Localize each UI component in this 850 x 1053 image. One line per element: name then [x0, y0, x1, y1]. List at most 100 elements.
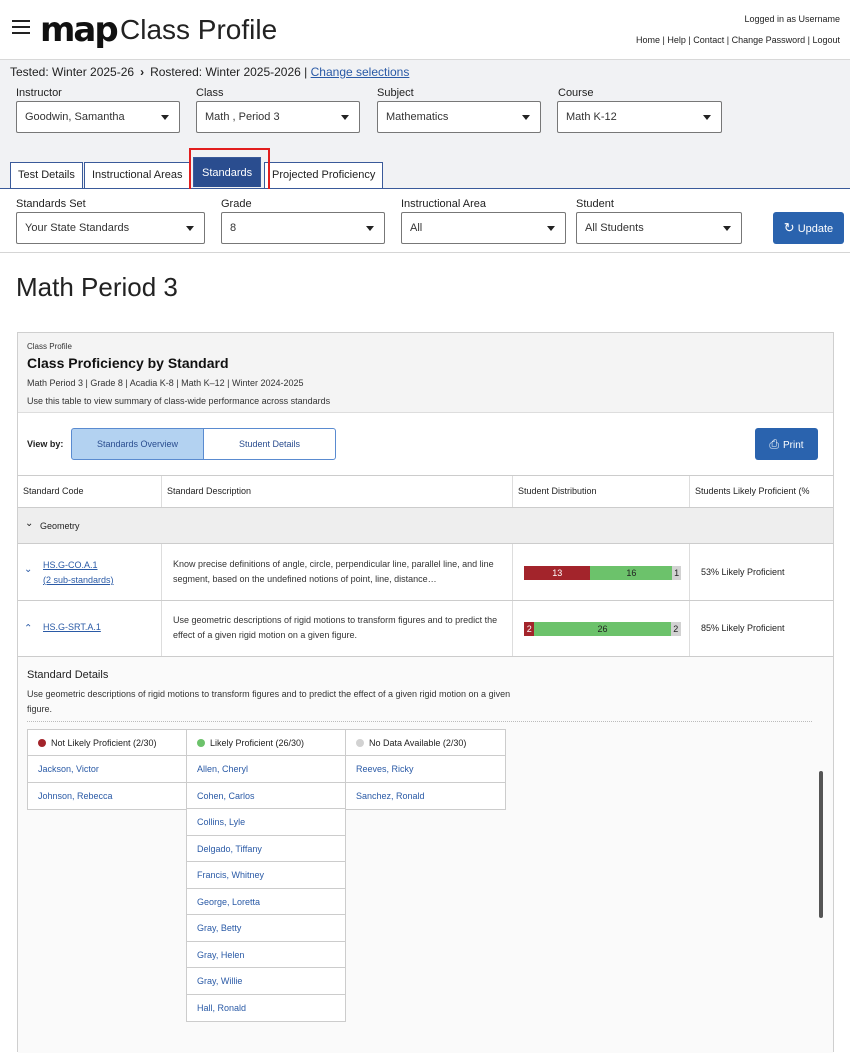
student-link[interactable]: Collins, Lyle: [187, 809, 345, 836]
view-by-label: View by:: [27, 439, 64, 449]
panel-meta: Math Period 3 | Grade 8 | Acadia K-8 | M…: [27, 378, 304, 388]
panel-supertitle: Class Profile: [27, 342, 72, 351]
likely-proficient-text: 53% Likely Proficient: [701, 567, 785, 577]
app-header: map Class Profile Logged in as Username …: [0, 0, 850, 60]
col-likely-proficient[interactable]: Students Likely Proficient (%: [690, 476, 833, 507]
no-data-head-text: No Data Available (2/30): [369, 738, 467, 748]
standards-set-select[interactable]: Your State Standards: [16, 212, 205, 244]
distribution-bar[interactable]: 2 26 2: [524, 622, 681, 636]
status-dot-icon: [38, 739, 46, 747]
map-logo[interactable]: map: [40, 10, 119, 50]
class-label: Class: [196, 87, 224, 99]
distribution-bar[interactable]: 13 16 1: [524, 566, 681, 580]
change-password-link[interactable]: Change Password: [732, 35, 806, 45]
segment-not-likely: 13: [524, 566, 591, 580]
caret-down-icon: [366, 226, 374, 231]
caret-down-icon: [723, 226, 731, 231]
standard-code-link[interactable]: HS.G-SRT.A.1: [43, 622, 101, 632]
student-link[interactable]: Johnson, Rebecca: [28, 783, 186, 810]
instructor-value: Goodwin, Samantha: [25, 111, 125, 123]
class-title: Math Period 3: [16, 272, 178, 302]
class-value: Math , Period 3: [205, 111, 280, 123]
status-dot-icon: [197, 739, 205, 747]
chevron-up-icon[interactable]: ⌄: [24, 621, 32, 632]
update-button[interactable]: ↻ Update: [773, 212, 844, 244]
course-select[interactable]: Math K-12: [557, 101, 722, 133]
student-link[interactable]: Reeves, Ricky: [346, 756, 505, 783]
segment-likely: 26: [534, 622, 671, 636]
menu-icon[interactable]: [12, 20, 30, 34]
group-geometry[interactable]: ⌄ Geometry: [18, 508, 833, 544]
col-standard-code[interactable]: Standard Code: [18, 476, 162, 507]
standard-code-link[interactable]: HS.G-CO.A.1: [43, 558, 114, 573]
page-app-title: Class Profile: [120, 14, 278, 45]
tab-instructional-areas[interactable]: Instructional Areas: [84, 162, 191, 188]
class-select[interactable]: Math , Period 3: [196, 101, 360, 133]
student-link[interactable]: Gray, Betty: [187, 915, 345, 942]
student-link[interactable]: Francis, Whitney: [187, 862, 345, 889]
term-breadcrumb: Tested: Winter 2025-26 › Rostered: Winter …: [10, 65, 410, 79]
change-selections-link[interactable]: Change selections: [311, 65, 410, 79]
grade-select[interactable]: 8: [221, 212, 385, 244]
details-title: Standard Details: [27, 669, 109, 681]
print-button[interactable]: ⎙ Print: [755, 428, 818, 460]
chevron-down-icon[interactable]: ⌄: [24, 564, 32, 575]
sub-standards-link[interactable]: (2 sub-standards): [43, 573, 114, 588]
update-label: Update: [797, 223, 834, 235]
tab-test-details[interactable]: Test Details: [10, 162, 83, 188]
print-label: Print: [783, 440, 804, 451]
student-link[interactable]: Sanchez, Ronald: [346, 783, 505, 810]
chevron-right-icon: ›: [140, 65, 145, 79]
likely-column: Likely Proficient (26/30) Allen, Cheryl …: [186, 729, 346, 1022]
instructor-select[interactable]: Goodwin, Samantha: [16, 101, 180, 133]
student-link[interactable]: Jackson, Victor: [28, 756, 186, 783]
standard-description: Know precise definitions of angle, circl…: [173, 559, 494, 584]
details-text: Use geometric descriptions of rigid moti…: [27, 689, 511, 714]
help-link[interactable]: Help: [667, 35, 686, 45]
standard-description: Use geometric descriptions of rigid moti…: [173, 615, 498, 640]
not-likely-column: Not Likely Proficient (2/30) Jackson, Vi…: [27, 729, 187, 810]
panel-title: Class Proficiency by Standard: [27, 355, 229, 371]
refresh-icon: ↻: [783, 220, 795, 235]
home-link[interactable]: Home: [636, 35, 660, 45]
standard-details: Standard Details Use geometric descripti…: [18, 657, 833, 1053]
caret-down-icon: [547, 226, 555, 231]
divider: [27, 721, 812, 722]
col-standard-description[interactable]: Standard Description: [162, 476, 513, 507]
printer-icon: ⎙: [769, 437, 780, 451]
instructional-area-value: All: [410, 222, 423, 234]
student-link[interactable]: Hall, Ronald: [187, 995, 345, 1022]
course-label: Course: [558, 87, 594, 99]
student-link[interactable]: Delgado, Tiffany: [187, 836, 345, 862]
col-student-distribution[interactable]: Student Distribution: [513, 476, 690, 507]
top-links: Home | Help | Contact | Change Password …: [635, 35, 840, 45]
logout-link[interactable]: Logout: [812, 35, 840, 45]
not-likely-head-text: Not Likely Proficient (2/30): [51, 738, 157, 748]
caret-down-icon: [703, 115, 711, 120]
student-link[interactable]: Cohen, Carlos: [187, 783, 345, 809]
caret-down-icon: [341, 115, 349, 120]
student-details-toggle[interactable]: Student Details: [203, 428, 336, 460]
contact-link[interactable]: Contact: [693, 35, 724, 45]
student-select[interactable]: All Students: [576, 212, 742, 244]
chevron-down-icon: ⌄: [25, 518, 34, 529]
class-proficiency-panel: Class Profile Class Proficiency by Stand…: [17, 332, 834, 1053]
likely-head-text: Likely Proficient (26/30): [210, 738, 305, 748]
rostered-term: Rostered: Winter 2025-2026: [150, 65, 301, 79]
standards-overview-toggle[interactable]: Standards Overview: [71, 428, 204, 460]
grade-label: Grade: [221, 198, 252, 210]
not-likely-header: Not Likely Proficient (2/30): [28, 730, 186, 756]
student-link[interactable]: George, Loretta: [187, 889, 345, 915]
student-link[interactable]: Gray, Helen: [187, 942, 345, 968]
student-link[interactable]: Gray, Willie: [187, 968, 345, 995]
table-row: ⌄ HS.G-CO.A.1 (2 sub-standards) Know pre…: [18, 544, 833, 601]
instructional-area-select[interactable]: All: [401, 212, 566, 244]
tab-projected-proficiency[interactable]: Projected Proficiency: [264, 162, 384, 188]
caret-down-icon: [186, 226, 194, 231]
subject-select[interactable]: Mathematics: [377, 101, 541, 133]
panel-header: Class Profile Class Proficiency by Stand…: [18, 333, 833, 413]
subject-label: Subject: [377, 87, 414, 99]
student-link[interactable]: Allen, Cheryl: [187, 756, 345, 783]
scrollbar[interactable]: [819, 771, 823, 918]
standards-set-value: Your State Standards: [25, 222, 130, 234]
